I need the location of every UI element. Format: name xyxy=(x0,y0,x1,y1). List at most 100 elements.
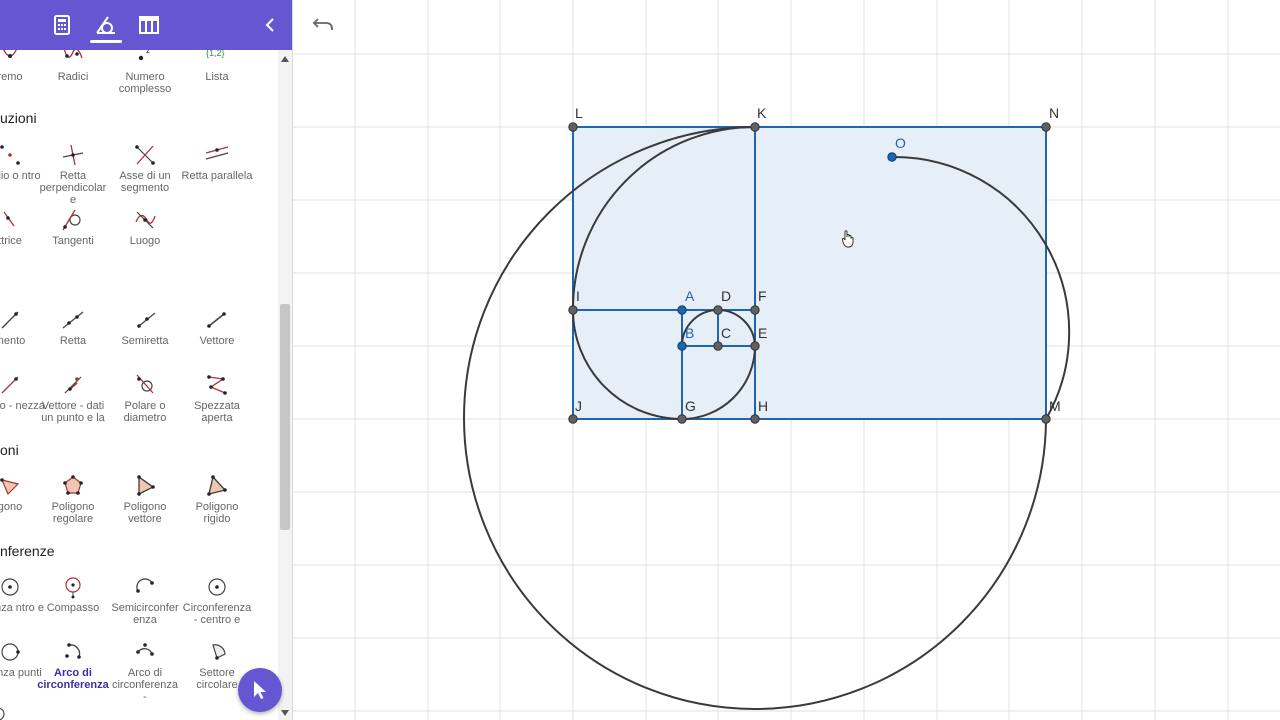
tool-label: Vettore - dati un punto e la xyxy=(41,400,105,424)
locus-icon xyxy=(135,211,156,229)
label-K: K xyxy=(757,105,767,121)
tool-ray[interactable]: Semiretta xyxy=(109,308,181,347)
circle-center-radius-icon xyxy=(208,578,226,596)
arc-icon xyxy=(65,643,81,659)
tool-semicircle[interactable]: Semicirconferenza xyxy=(109,575,181,626)
label-N: N xyxy=(1049,105,1059,121)
panel-header xyxy=(0,0,292,50)
point-B[interactable] xyxy=(677,341,687,351)
tool-label: Luogo xyxy=(129,235,161,247)
tool-circle-center-radius[interactable]: Circonferenza - centro e xyxy=(181,575,253,626)
tool-arc-3pt[interactable]: Arco di circonferenza - xyxy=(109,640,181,703)
tool-vector[interactable]: Vettore xyxy=(181,308,253,347)
label-J: J xyxy=(575,398,582,414)
tools-panel: remo Radici z Numero complesso {1,2} Lis… xyxy=(0,0,293,720)
tool-rigid-polygon[interactable]: Poligono rigido xyxy=(181,474,253,525)
tool-perpendicular[interactable]: Retta perpendicolare xyxy=(37,143,109,206)
chevron-left-icon[interactable] xyxy=(262,15,280,35)
label-I: I xyxy=(576,288,580,304)
tool-label: Asse di un segmento xyxy=(119,170,171,194)
table-icon[interactable] xyxy=(137,13,161,37)
section-circles: nferenze xyxy=(0,543,55,559)
tool-vector-from-point[interactable]: Vettore - dati un punto e la xyxy=(37,373,109,424)
tangents-icon xyxy=(62,209,81,231)
point-K[interactable] xyxy=(750,122,760,132)
tool-polar[interactable]: Polare o diametro xyxy=(109,373,181,424)
tool-line[interactable]: Retta xyxy=(37,308,109,347)
tool-bisector[interactable]: Asse di un segmento xyxy=(109,143,181,194)
point-F[interactable] xyxy=(750,305,760,315)
scroll-down-icon[interactable] xyxy=(281,710,289,716)
sector-icon xyxy=(212,644,226,660)
point-L[interactable] xyxy=(568,122,578,132)
vector-from-point-icon xyxy=(64,376,82,394)
tool-compass[interactable]: Compasso xyxy=(37,575,109,614)
angle-bisector-icon xyxy=(3,211,15,227)
tool-complex-number[interactable]: z Numero complesso xyxy=(109,50,181,95)
label-H: H xyxy=(758,398,768,414)
point-A[interactable] xyxy=(677,305,687,315)
scrollbar[interactable] xyxy=(278,50,292,720)
polygon-icon xyxy=(0,478,20,496)
geometry-tools-icon[interactable] xyxy=(94,13,118,37)
bisector-icon xyxy=(135,145,155,165)
tool-label: Retta parallela xyxy=(181,170,253,182)
ray-icon xyxy=(137,312,156,328)
tool-roots[interactable]: Radici xyxy=(37,50,109,83)
parallel-icon xyxy=(205,146,229,160)
label-C: C xyxy=(721,325,731,341)
tools-list: remo Radici z Numero complesso {1,2} Lis… xyxy=(0,50,278,720)
tool-label: Retta perpendicolare xyxy=(39,170,107,206)
graphics-canvas[interactable]: L K N O I A D F B C E J G H M xyxy=(293,0,1280,720)
scroll-up-icon[interactable] xyxy=(281,56,289,62)
polyline-icon xyxy=(207,375,227,395)
calculator-icon[interactable] xyxy=(50,13,74,37)
tool-tangents[interactable]: Tangenti xyxy=(37,208,109,247)
tool-label: Lista xyxy=(205,71,229,83)
circle-center-point-icon xyxy=(1,578,19,596)
label-F: F xyxy=(758,288,767,304)
tool-arc[interactable]: Arco di circonferenza xyxy=(37,640,109,691)
vector-icon xyxy=(207,312,226,328)
tool-regular-polygon[interactable]: Poligono regolare xyxy=(37,474,109,525)
vector-polygon-icon xyxy=(137,475,155,496)
point-C[interactable] xyxy=(713,341,723,351)
undo-button[interactable] xyxy=(308,10,340,40)
tool-label: Vettore xyxy=(199,335,235,347)
tool-label: Arco di circonferenza - xyxy=(111,667,179,703)
scroll-thumb[interactable] xyxy=(280,304,290,530)
polar-icon xyxy=(136,374,154,394)
rect-fill xyxy=(573,127,1046,419)
midpoint-icon xyxy=(0,145,20,165)
tool-label: Poligono regolare xyxy=(51,501,95,525)
line-icon xyxy=(62,311,84,329)
point-N[interactable] xyxy=(1041,122,1051,132)
semicircle-icon xyxy=(136,578,154,593)
label-G: G xyxy=(685,398,696,414)
tool-label: Retta xyxy=(59,335,87,347)
point-I[interactable] xyxy=(568,305,578,315)
point-G[interactable] xyxy=(677,414,687,424)
move-tool-button[interactable] xyxy=(238,668,282,712)
point-J[interactable] xyxy=(568,414,578,424)
label-L: L xyxy=(575,105,583,121)
tool-label: Semicirconferenza xyxy=(111,602,179,626)
point-O[interactable] xyxy=(887,152,897,162)
tool-label: Poligono rigido xyxy=(195,501,239,525)
tool-list[interactable]: {1,2} Lista xyxy=(181,50,253,83)
section-constructions: uzioni xyxy=(0,110,37,126)
point-H[interactable] xyxy=(750,414,760,424)
tool-polyline[interactable]: Spezzata aperta xyxy=(181,373,253,424)
point-E[interactable] xyxy=(750,341,760,351)
tool-vector-polygon[interactable]: Poligono vettore xyxy=(109,474,181,525)
tool-locus[interactable]: Luogo xyxy=(109,208,181,247)
segment-icon xyxy=(1,311,19,329)
tool-label: Semiretta xyxy=(121,335,169,347)
section-polygons: oni xyxy=(0,442,19,458)
tool-parallel[interactable]: Retta parallela xyxy=(181,143,253,182)
regular-polygon-icon xyxy=(63,475,83,495)
tool-label: Compasso xyxy=(46,602,100,614)
label-A: A xyxy=(685,288,695,304)
point-D[interactable] xyxy=(713,305,723,315)
point-M[interactable] xyxy=(1041,414,1051,424)
